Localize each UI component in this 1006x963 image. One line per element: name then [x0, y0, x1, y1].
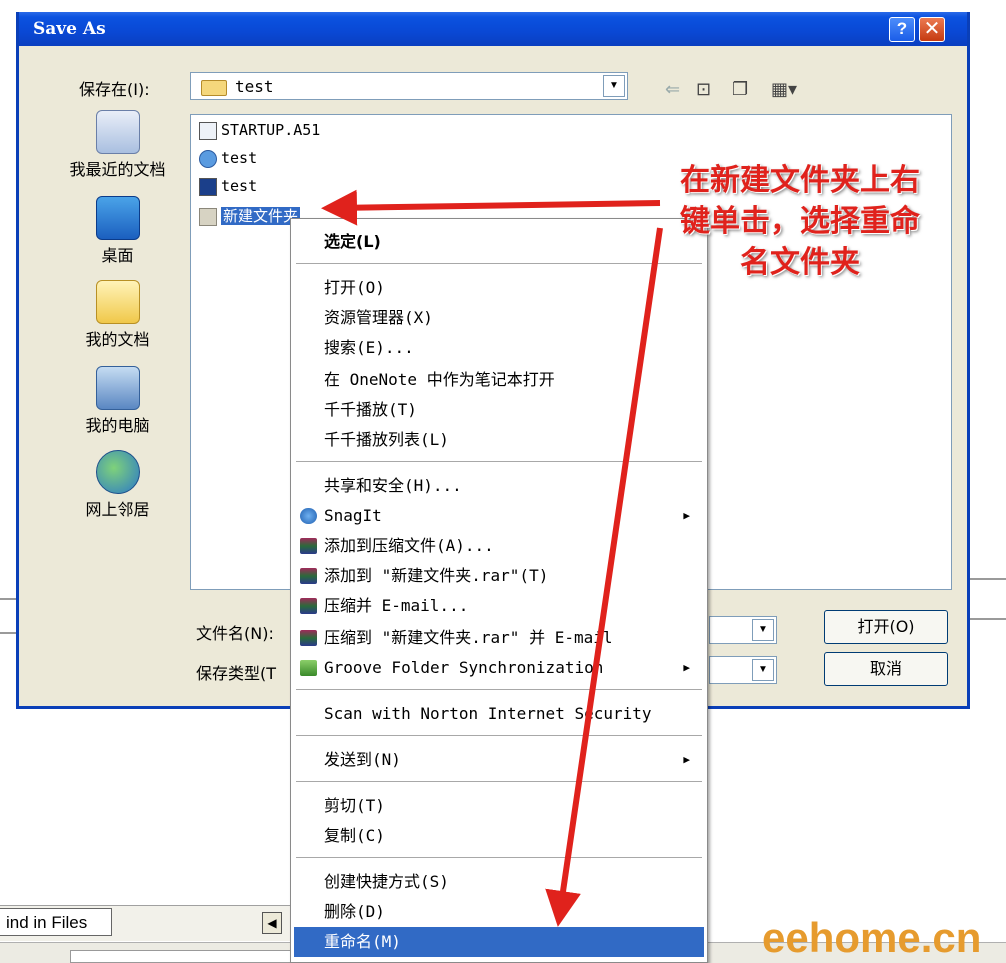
annotation-text: 在新建文件夹上右 键单击，选择重命 名文件夹 [640, 160, 960, 283]
annotation-line: 名文件夹 [740, 245, 860, 280]
arrow-to-rename [545, 227, 663, 927]
annotation-line: 在新建文件夹上右 [680, 163, 920, 198]
annotation-arrows [321, 189, 663, 927]
annotation-line: 键单击，选择重命 [680, 204, 920, 239]
arrow-to-folder [321, 189, 661, 226]
